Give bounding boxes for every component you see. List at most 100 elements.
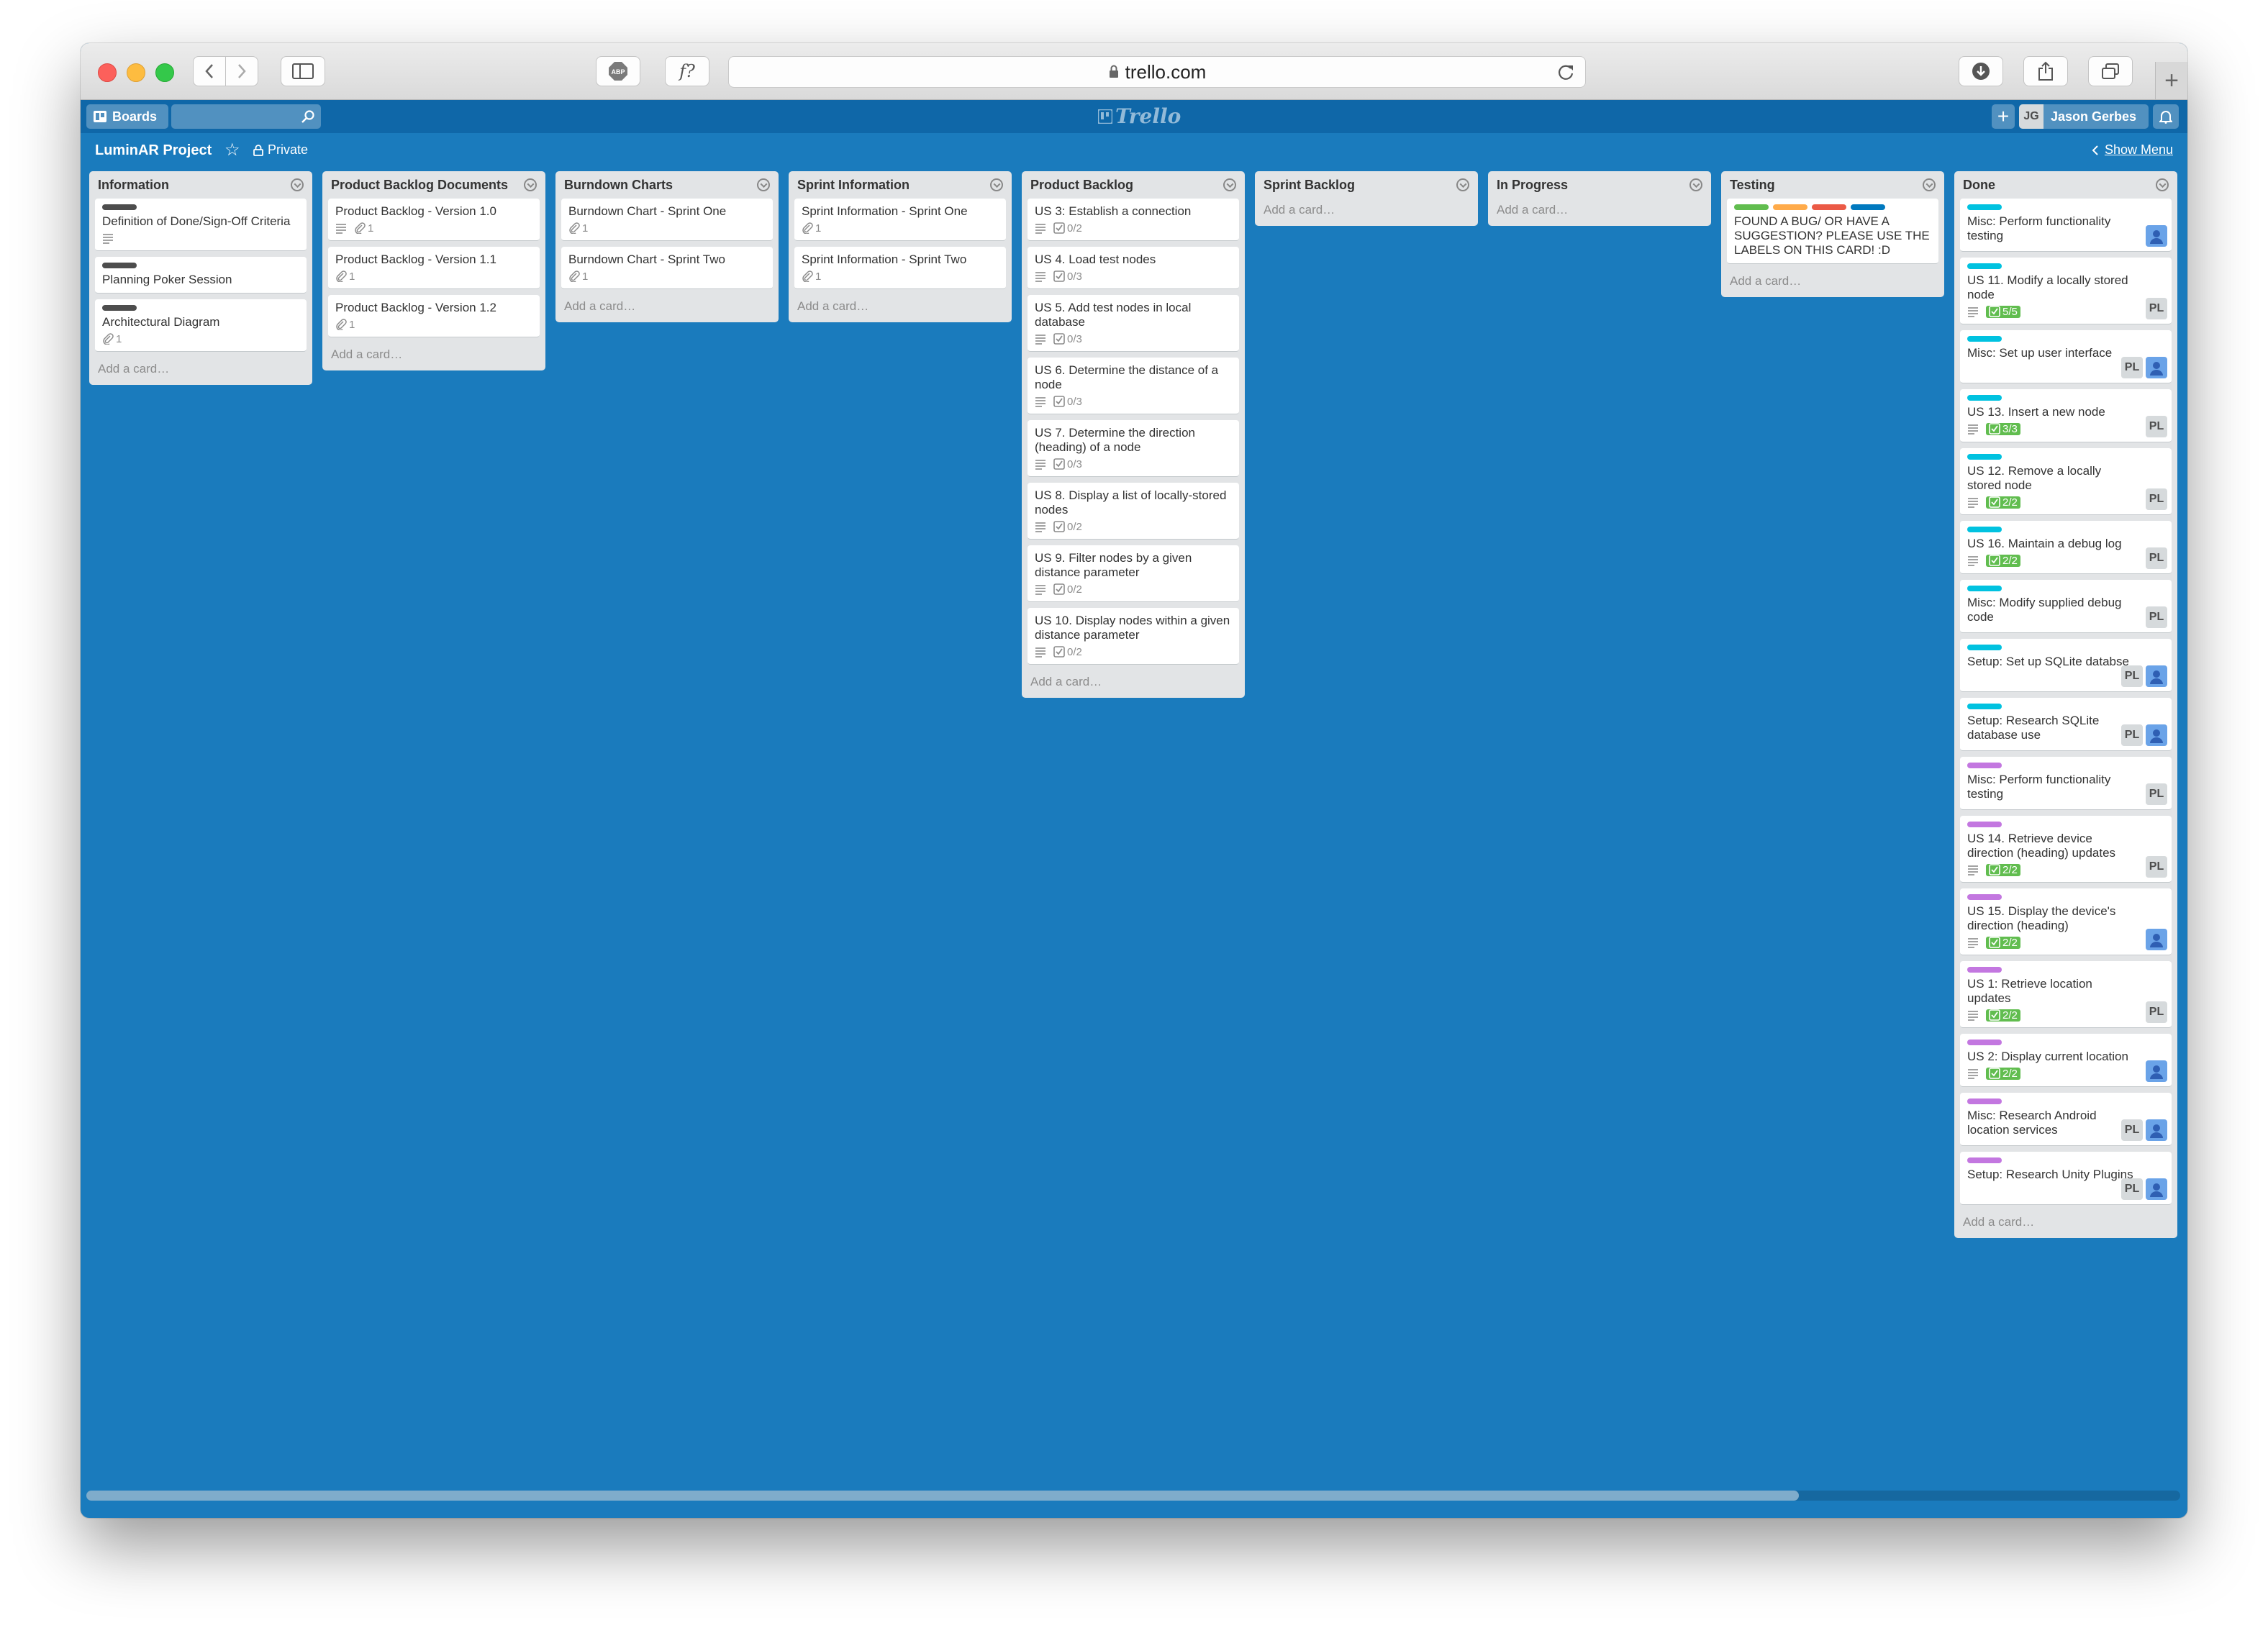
forward-button[interactable] — [225, 56, 258, 86]
card[interactable]: US 10. Display nodes within a given dist… — [1028, 608, 1239, 665]
minimize-window-button[interactable] — [127, 63, 145, 82]
list-menu-icon[interactable] — [757, 178, 770, 191]
card[interactable]: US 3: Establish a connection 0/2 — [1028, 199, 1239, 241]
member-avatar[interactable]: PL — [2146, 783, 2167, 805]
card[interactable]: US 11. Modify a locally stored node 5/5 PL — [1960, 258, 2172, 324]
visibility-button[interactable]: Private — [253, 142, 308, 158]
card-label[interactable] — [1967, 704, 2002, 709]
new-tab-button[interactable]: + — [2155, 62, 2187, 99]
add-button[interactable]: + — [1992, 104, 2015, 129]
add-card-link[interactable]: Add a card… — [1727, 270, 1938, 291]
card[interactable]: US 14. Retrieve device direction (headin… — [1960, 816, 2172, 883]
card[interactable]: Misc: Modify supplied debug code PL — [1960, 580, 2172, 633]
reload-icon[interactable] — [1556, 63, 1575, 81]
card[interactable]: FOUND A BUG/ OR HAVE A SUGGESTION? PLEAS… — [1727, 199, 1938, 264]
card-label[interactable] — [1967, 645, 2002, 650]
card-label[interactable] — [1967, 395, 2002, 401]
member-photo-avatar[interactable] — [2146, 929, 2167, 950]
card[interactable]: US 2: Display current location 2/2 — [1960, 1034, 2172, 1087]
card-label[interactable] — [102, 263, 137, 268]
member-avatar[interactable]: PL — [2146, 416, 2167, 437]
list-title[interactable]: Sprint Backlog — [1264, 178, 1355, 193]
list-title[interactable]: Done — [1963, 178, 1995, 193]
card-label[interactable] — [102, 305, 137, 311]
card[interactable]: US 13. Insert a new node 3/3 PL — [1960, 389, 2172, 442]
member-photo-avatar[interactable] — [2146, 724, 2167, 746]
member-photo-avatar[interactable] — [2146, 357, 2167, 378]
card[interactable]: Product Backlog - Version 1.1 1 — [328, 247, 540, 289]
star-icon[interactable]: ☆ — [224, 140, 240, 160]
member-photo-avatar[interactable] — [2146, 1119, 2167, 1141]
search-input[interactable] — [171, 104, 321, 129]
list-menu-icon[interactable] — [1689, 178, 1702, 191]
member-avatar[interactable]: PL — [2146, 488, 2167, 510]
show-menu-link[interactable]: Show Menu — [2092, 142, 2173, 158]
card[interactable]: US 5. Add test nodes in local database 0/… — [1028, 295, 1239, 352]
card[interactable]: US 6. Determine the distance of a node 0/… — [1028, 358, 1239, 414]
card[interactable]: Setup: Research SQLite database use PL — [1960, 698, 2172, 751]
card[interactable]: Setup: Set up SQLite databse PL — [1960, 639, 2172, 692]
card[interactable]: US 8. Display a list of locally-stored n… — [1028, 483, 1239, 540]
list-title[interactable]: Burndown Charts — [564, 178, 673, 193]
card-label[interactable] — [102, 204, 137, 210]
sidebar-toggle-button[interactable] — [281, 56, 325, 86]
card[interactable]: Misc: Set up user interface PL — [1960, 330, 2172, 383]
card-label[interactable] — [1967, 454, 2002, 460]
card-label[interactable] — [1967, 822, 2002, 827]
card[interactable]: Burndown Chart - Sprint One 1 — [561, 199, 773, 241]
trello-logo[interactable]: Trello — [1098, 104, 1181, 128]
member-avatar[interactable]: PL — [2146, 298, 2167, 319]
card[interactable]: Architectural Diagram 1 — [95, 299, 307, 352]
member-avatar[interactable]: PL — [2146, 606, 2167, 628]
member-photo-avatar[interactable] — [2146, 1178, 2167, 1200]
address-bar[interactable]: trello.com — [728, 56, 1586, 88]
card-label[interactable] — [1812, 204, 1846, 210]
list-menu-icon[interactable] — [1456, 178, 1469, 191]
card[interactable]: Misc: Perform functionality testing PL — [1960, 757, 2172, 810]
share-button[interactable] — [2023, 56, 2068, 86]
member-avatar[interactable]: PL — [2121, 724, 2143, 746]
card[interactable]: Product Backlog - Version 1.0 1 — [328, 199, 540, 241]
card[interactable]: US 1: Retrieve location updates 2/2 PL — [1960, 961, 2172, 1028]
add-card-link[interactable]: Add a card… — [1494, 199, 1705, 220]
card-label[interactable] — [1734, 204, 1769, 210]
tabs-overview-button[interactable] — [2088, 56, 2133, 86]
card-label[interactable] — [1967, 586, 2002, 591]
card-label[interactable] — [1967, 1098, 2002, 1104]
member-avatar[interactable]: PL — [2121, 1178, 2143, 1200]
card[interactable]: US 12. Remove a locally stored node 2/2 PL — [1960, 448, 2172, 515]
member-avatar[interactable]: PL — [2146, 547, 2167, 569]
list-menu-icon[interactable] — [1923, 178, 1936, 191]
add-card-link[interactable]: Add a card… — [1028, 670, 1239, 692]
adblock-button[interactable]: ABP — [596, 56, 640, 86]
card-label[interactable] — [1773, 204, 1807, 210]
card-label[interactable] — [1967, 763, 2002, 768]
list-menu-icon[interactable] — [1223, 178, 1236, 191]
card[interactable]: US 4. Load test nodes 0/3 — [1028, 247, 1239, 289]
list-menu-icon[interactable] — [524, 178, 537, 191]
card[interactable]: Misc: Research Android location services… — [1960, 1093, 2172, 1146]
card[interactable]: US 15. Display the device's direction (h… — [1960, 888, 2172, 955]
notifications-button[interactable] — [2153, 104, 2179, 129]
downloads-button[interactable] — [1959, 56, 2003, 86]
card-label[interactable] — [1967, 527, 2002, 532]
list-title[interactable]: Information — [98, 178, 169, 193]
card[interactable]: US 9. Filter nodes by a given distance p… — [1028, 545, 1239, 602]
back-button[interactable] — [193, 56, 226, 86]
list-title[interactable]: In Progress — [1497, 178, 1568, 193]
member-photo-avatar[interactable] — [2146, 225, 2167, 247]
font-extension-button[interactable]: f? — [665, 56, 709, 86]
list-menu-icon[interactable] — [291, 178, 304, 191]
list-title[interactable]: Testing — [1730, 178, 1775, 193]
card[interactable]: US 7. Determine the direction (heading) … — [1028, 420, 1239, 477]
close-window-button[interactable] — [98, 63, 117, 82]
card[interactable]: Misc: Perform functionality testing — [1960, 199, 2172, 252]
card-label[interactable] — [1967, 263, 2002, 269]
card[interactable]: US 16. Maintain a debug log 2/2 PL — [1960, 521, 2172, 574]
card[interactable]: Definition of Done/Sign-Off Criteria — [95, 199, 307, 251]
card[interactable]: Sprint Information - Sprint Two 1 — [794, 247, 1006, 289]
add-card-link[interactable]: Add a card… — [328, 343, 540, 365]
member-avatar[interactable]: PL — [2121, 357, 2143, 378]
member-photo-avatar[interactable] — [2146, 665, 2167, 687]
list-title[interactable]: Product Backlog — [1030, 178, 1133, 193]
